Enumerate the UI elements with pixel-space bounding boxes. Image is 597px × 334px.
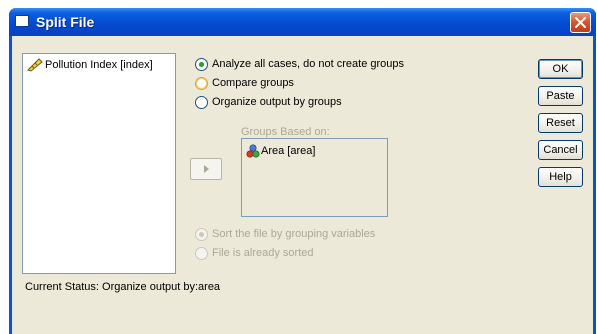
compare-groups-radio[interactable] xyxy=(195,77,208,90)
compare-groups-label[interactable]: Compare groups xyxy=(212,77,294,89)
organize-output-radio[interactable] xyxy=(195,96,208,109)
split-file-dialog: Split File Pollution Index [index] Analy… xyxy=(9,8,596,334)
current-status: Current Status: Organize output by:area xyxy=(25,281,221,293)
close-button[interactable] xyxy=(570,12,591,33)
window-title: Split File xyxy=(36,14,95,30)
organize-output-label[interactable]: Organize output by groups xyxy=(212,96,342,108)
cancel-button[interactable]: Cancel xyxy=(538,140,583,160)
paste-button[interactable]: Paste xyxy=(538,86,583,106)
ok-button[interactable]: OK xyxy=(538,59,583,79)
window-icon xyxy=(15,15,29,27)
groups-based-on-label: Groups Based on: xyxy=(241,126,330,138)
nominal-variable-icon xyxy=(246,144,260,158)
arrow-right-icon xyxy=(204,165,209,173)
analyze-all-label[interactable]: Analyze all cases, do not create groups xyxy=(212,58,404,70)
title-bar[interactable]: Split File xyxy=(9,8,596,36)
groups-based-on-list[interactable]: Area [area] xyxy=(241,138,388,217)
already-sorted-radio[interactable] xyxy=(195,247,208,260)
analyze-all-radio[interactable] xyxy=(195,58,208,71)
help-button[interactable]: Help xyxy=(538,167,583,187)
already-sorted-label: File is already sorted xyxy=(212,247,314,259)
move-variable-button[interactable] xyxy=(190,158,222,180)
close-icon xyxy=(575,17,586,28)
group-variable-label: Area [area] xyxy=(261,145,316,157)
variable-label: Pollution Index [index] xyxy=(45,59,153,71)
ruler-scale-icon xyxy=(27,58,43,72)
dialog-body: Pollution Index [index] Analyze all case… xyxy=(12,36,593,334)
sort-file-radio[interactable] xyxy=(195,228,208,241)
sort-file-label: Sort the file by grouping variables xyxy=(212,228,376,240)
reset-button[interactable]: Reset xyxy=(538,113,583,133)
source-variable-list[interactable]: Pollution Index [index] xyxy=(22,53,176,274)
